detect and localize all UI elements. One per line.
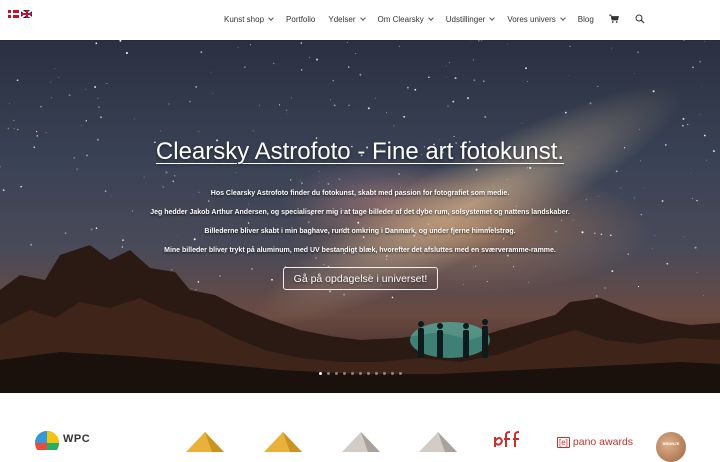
dff-logo	[494, 431, 520, 447]
slider-dot[interactable]	[375, 372, 378, 375]
chevron-down-icon	[427, 15, 434, 21]
site-header: Kunst shop Portfolio Ydelser Om Clearsky…	[0, 0, 720, 40]
slider-pagination	[319, 372, 402, 375]
pano-awards-text: pano awards	[572, 436, 634, 448]
night-sky-background	[0, 40, 720, 393]
award-badge-silver-icon	[342, 432, 380, 452]
award-badge-silver-icon	[419, 432, 457, 452]
chevron-down-icon	[268, 15, 274, 21]
slider-dot[interactable]	[383, 372, 386, 375]
slider-dot[interactable]	[399, 372, 402, 375]
english-flag-icon[interactable]	[21, 10, 32, 18]
nav-label: Kunst shop	[224, 14, 265, 24]
nav-item-kunst-shop[interactable]: Kunst shop	[224, 14, 274, 24]
main-nav: Kunst shop Portfolio Ydelser Om Clearsky…	[224, 14, 645, 24]
hero-paragraph: Billederne bliver skabt i min baghave, r…	[204, 228, 516, 235]
slider-dot[interactable]	[367, 372, 370, 375]
bronze-label: BRONZE	[662, 441, 680, 446]
nav-label: Portfolio	[286, 14, 316, 24]
slider-dot[interactable]	[391, 372, 394, 375]
nav-item-om-clearsky[interactable]: Om Clearsky	[377, 14, 434, 24]
award-logos-strip: WPC [e] pano awards BRONZE	[0, 393, 720, 462]
nav-label: Om Clearsky	[377, 14, 424, 24]
nav-label: Vores univers	[507, 14, 556, 24]
slider-dot[interactable]	[319, 372, 322, 375]
chevron-down-icon	[489, 15, 496, 21]
nav-label: Ydelser	[328, 14, 356, 24]
hero-paragraph: Mine billeder bliver trykt på aluminum, …	[164, 247, 556, 254]
cart-icon[interactable]	[608, 14, 619, 24]
chevron-down-icon	[559, 15, 566, 21]
slider-dot[interactable]	[327, 372, 330, 375]
danish-flag-icon[interactable]	[8, 10, 19, 18]
hero-title: Clearsky Astrofoto - Fine art fotokunst.	[155, 138, 565, 165]
nav-item-ydelser[interactable]: Ydelser	[328, 14, 366, 24]
nav-item-portfolio[interactable]: Portfolio	[286, 15, 315, 24]
slider-dot[interactable]	[343, 372, 346, 375]
language-switcher	[8, 10, 32, 18]
slider-dot[interactable]	[335, 372, 338, 375]
slider-dot[interactable]	[359, 372, 362, 375]
hero-paragraph: Hos Clearsky Astrofoto finder du fotokun…	[210, 190, 510, 197]
award-badge-gold-icon	[186, 432, 224, 452]
nav-label: Blog	[577, 14, 594, 24]
pano-awards-logo: [e] pano awards	[557, 436, 633, 448]
search-icon[interactable]	[635, 14, 645, 24]
hero-paragraph: Jeg hedder Jakob Arthur Andersen, og spe…	[150, 209, 570, 216]
nav-label: Udstillinger	[445, 14, 486, 24]
nav-item-vores-univers[interactable]: Vores univers	[507, 14, 566, 24]
explore-universe-button[interactable]: Gå på opdagelse i universet!	[283, 267, 438, 290]
chevron-down-icon	[359, 15, 366, 21]
wpc-logo	[35, 431, 59, 450]
slider-dot[interactable]	[351, 372, 354, 375]
pano-prefix: [e]	[557, 437, 570, 448]
hero-slider: Clearsky Astrofoto - Fine art fotokunst.…	[0, 40, 720, 393]
bronze-medal-icon: BRONZE	[656, 432, 686, 462]
nav-item-blog[interactable]: Blog	[578, 15, 594, 24]
nav-item-udstillinger[interactable]: Udstillinger	[445, 14, 496, 24]
award-badge-gold-icon	[264, 432, 302, 452]
wpc-logo-text: WPC	[63, 433, 91, 445]
